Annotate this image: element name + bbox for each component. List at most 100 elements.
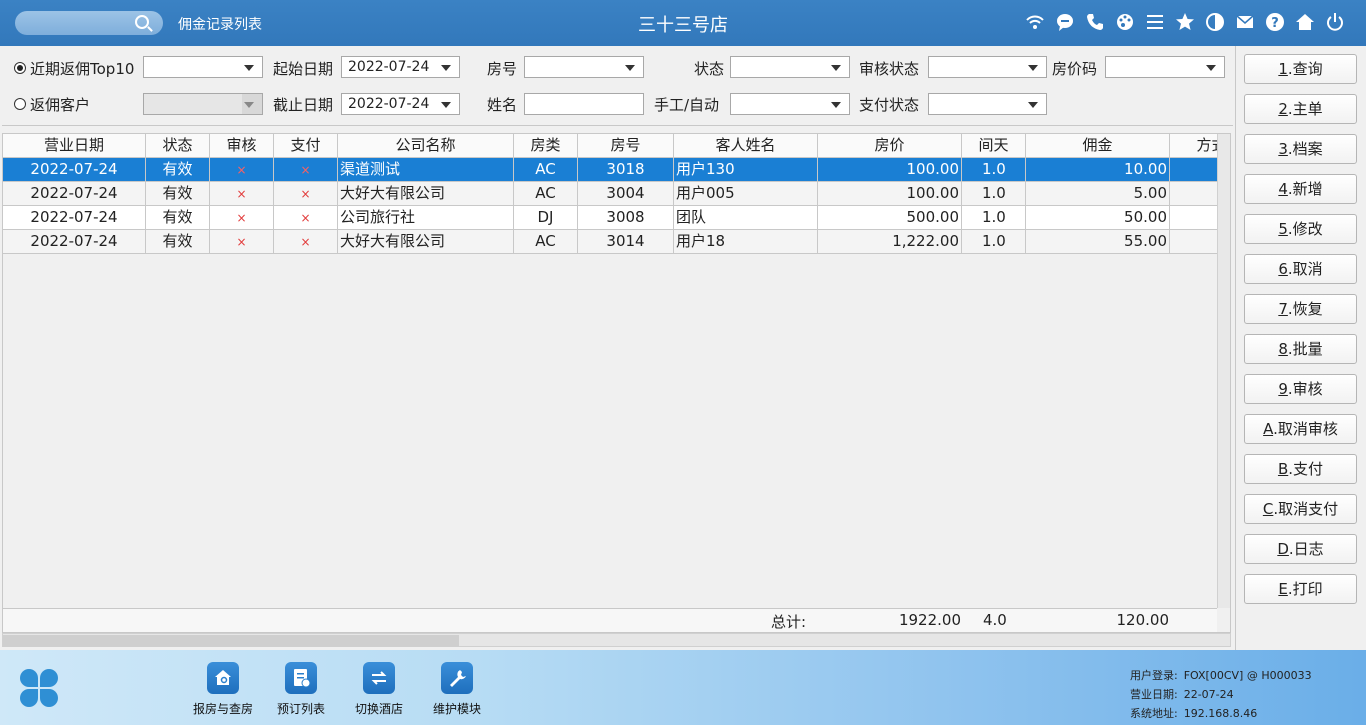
- cancel-audit-button[interactable]: A.取消审核: [1244, 414, 1357, 444]
- wrench-icon: [441, 662, 473, 694]
- nav-maintenance[interactable]: 维护模块: [422, 662, 492, 717]
- room-price-code-label: 房价码: [1052, 60, 1098, 78]
- cell-biz-date: 2022-07-24: [3, 206, 146, 230]
- table-row[interactable]: 2022-07-24 有效 × × 渠道测试 AC 3018 用户130 100…: [3, 158, 1217, 182]
- column-header[interactable]: 佣金: [1026, 134, 1170, 158]
- column-header[interactable]: 间天: [962, 134, 1026, 158]
- mail-icon[interactable]: [1234, 12, 1256, 34]
- system-address-line: 系统地址: 192.168.8.46: [1130, 707, 1258, 720]
- help-icon[interactable]: ?: [1264, 12, 1286, 34]
- manual-auto-select[interactable]: [730, 93, 850, 115]
- cell-commission: 5.00: [1026, 182, 1170, 206]
- user-login-line: 用户登录: FOX[00CV] @ H000033: [1130, 669, 1312, 682]
- status-info: 用户登录: FOX[00CV] @ H000033 营业日期: 22-07-24 系…: [1130, 666, 1312, 723]
- rebate-customer-radio[interactable]: [14, 98, 26, 110]
- menu-icon[interactable]: [1144, 12, 1166, 34]
- search-input[interactable]: [15, 11, 163, 35]
- column-header[interactable]: 房类: [514, 134, 578, 158]
- chat-icon[interactable]: [1054, 12, 1076, 34]
- add-button[interactable]: 4.新增: [1244, 174, 1357, 204]
- cell-room-price: 100.00: [818, 182, 962, 206]
- master-button[interactable]: 2.主单: [1244, 94, 1357, 124]
- end-date-picker[interactable]: 2022-07-24: [341, 93, 460, 115]
- cross-icon: ×: [300, 211, 311, 225]
- status-select[interactable]: [730, 56, 850, 78]
- cell-audit: ×: [210, 182, 274, 206]
- cell-room-no: 3004: [578, 182, 674, 206]
- nav-booking-list[interactable]: 预订列表: [266, 662, 336, 717]
- table-row[interactable]: 2022-07-24 有效 × × 公司旅行社 DJ 3008 团队 500.0…: [3, 206, 1217, 230]
- print-button[interactable]: E.打印: [1244, 574, 1357, 604]
- table-row[interactable]: 2022-07-24 有效 × × 大好大有限公司 AC 3014 用户18 1…: [3, 230, 1217, 254]
- column-header[interactable]: 审核: [210, 134, 274, 158]
- status-label: 状态: [694, 60, 725, 78]
- cell-commission: 10.00: [1026, 158, 1170, 182]
- query-button[interactable]: 1.查询: [1244, 54, 1357, 84]
- pay-status-select[interactable]: [928, 93, 1047, 115]
- phone-icon[interactable]: [1084, 12, 1106, 34]
- column-header[interactable]: 客人姓名: [674, 134, 818, 158]
- action-panel: 1.查询 2.主单 3.档案 4.新增 5.修改 6.取消 7.恢复 8.批量 …: [1235, 46, 1366, 650]
- pay-button[interactable]: B.支付: [1244, 454, 1357, 484]
- switch-icon: [363, 662, 395, 694]
- column-header[interactable]: 营业日期: [3, 134, 146, 158]
- start-date-picker[interactable]: 2022-07-24: [341, 56, 460, 78]
- audit-status-select[interactable]: [928, 56, 1047, 78]
- cell-nights: 1.0: [962, 230, 1026, 254]
- cell-nights: 1.0: [962, 206, 1026, 230]
- cross-icon: ×: [300, 163, 311, 177]
- chevron-down-icon: [441, 102, 451, 108]
- name-input[interactable]: [524, 93, 644, 115]
- cell-biz-date: 2022-07-24: [3, 158, 146, 182]
- cell-commission: 55.00: [1026, 230, 1170, 254]
- chevron-down-icon: [244, 65, 254, 71]
- column-header[interactable]: 房价: [818, 134, 962, 158]
- power-icon[interactable]: [1324, 12, 1346, 34]
- edit-button[interactable]: 5.修改: [1244, 214, 1357, 244]
- nav-switch-hotel[interactable]: 切换酒店: [344, 662, 414, 717]
- total-nights: 4.0: [983, 611, 1007, 629]
- cell-status: 有效: [146, 206, 210, 230]
- rebate-customer-select: [143, 93, 263, 115]
- biz-date-line: 营业日期: 22-07-24: [1130, 688, 1234, 701]
- room-price-code-select[interactable]: [1105, 56, 1225, 78]
- cross-icon: ×: [300, 187, 311, 201]
- contrast-icon[interactable]: [1204, 12, 1226, 34]
- horizontal-scrollbar[interactable]: [2, 633, 1231, 647]
- chevron-down-icon: [625, 65, 635, 71]
- vertical-scrollbar[interactable]: [1217, 134, 1230, 608]
- column-header[interactable]: 房号: [578, 134, 674, 158]
- cell-room-no: 3018: [578, 158, 674, 182]
- search-icon[interactable]: [135, 15, 149, 29]
- recent-top10-select[interactable]: [143, 56, 263, 78]
- restore-button[interactable]: 7.恢复: [1244, 294, 1357, 324]
- profile-button[interactable]: 3.档案: [1244, 134, 1357, 164]
- room-no-select[interactable]: [524, 56, 644, 78]
- batch-button[interactable]: 8.批量: [1244, 334, 1357, 364]
- nav-room-report[interactable]: 报房与查房: [188, 662, 258, 717]
- cross-icon: ×: [300, 235, 311, 249]
- recent-top10-radio[interactable]: [14, 62, 26, 74]
- wifi-icon[interactable]: [1024, 12, 1046, 34]
- column-header[interactable]: 状态: [146, 134, 210, 158]
- scrollbar-thumb[interactable]: [3, 635, 459, 647]
- star-icon[interactable]: [1174, 12, 1196, 34]
- cancel-pay-button[interactable]: C.取消支付: [1244, 494, 1357, 524]
- home-icon[interactable]: [1294, 12, 1316, 34]
- manual-auto-label: 手工/自动: [654, 96, 720, 114]
- audit-button[interactable]: 9.审核: [1244, 374, 1357, 404]
- cell-method: [1170, 230, 1217, 254]
- column-header[interactable]: 支付: [274, 134, 338, 158]
- chevron-down-icon: [1028, 65, 1038, 71]
- palette-icon[interactable]: [1114, 12, 1136, 34]
- grid-header: 营业日期 状态 审核 支付 公司名称 房类 房号 客人姓名 房价 间天 佣金 方…: [3, 134, 1217, 158]
- log-button[interactable]: D.日志: [1244, 534, 1357, 564]
- table-row[interactable]: 2022-07-24 有效 × × 大好大有限公司 AC 3004 用户005 …: [3, 182, 1217, 206]
- cell-company: 大好大有限公司: [338, 182, 514, 206]
- column-header[interactable]: 方式: [1170, 134, 1217, 158]
- cell-room-no: 3014: [578, 230, 674, 254]
- cell-commission: 50.00: [1026, 206, 1170, 230]
- cancel-button[interactable]: 6.取消: [1244, 254, 1357, 284]
- column-header[interactable]: 公司名称: [338, 134, 514, 158]
- filter-panel: 近期返佣Top10 返佣客户 起始日期 2022-07-24 截止日期 2022…: [2, 46, 1233, 126]
